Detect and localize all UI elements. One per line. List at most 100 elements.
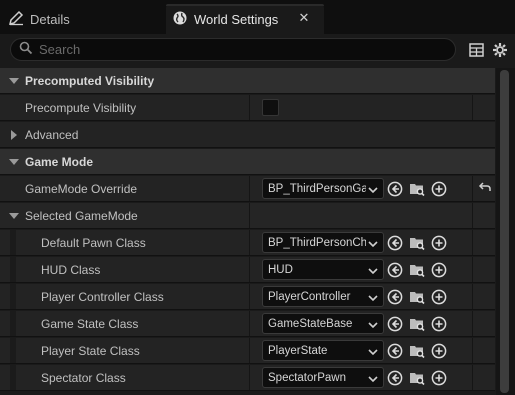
folder-search-icon[interactable] [409,370,425,386]
search-input[interactable] [39,42,419,57]
reset-arrow-icon[interactable] [478,181,492,196]
property-row: Default Pawn Class BP_ThirdPersonCharacte… [0,230,495,256]
class-combo[interactable]: BP_ThirdPersonCharacter [262,232,384,253]
property-value-cell: PlayerState [251,338,473,363]
chevron-down-icon[interactable] [9,77,19,84]
gear-icon[interactable] [491,41,509,59]
indent-guide [10,311,16,336]
property-name-cell: Player Controller Class [0,284,250,309]
property-name-cell: Default Pawn Class [0,230,250,255]
property-row: Player Controller Class PlayerController [0,284,495,310]
property-name-cell: Spectator Class [0,365,250,390]
plus-circle-icon[interactable] [431,343,447,359]
globe-icon [172,10,188,29]
indent-guide [10,284,16,309]
chevron-down-icon [368,239,378,251]
property-value-cell: SpectatorPawn [251,365,473,390]
combo-value: HUD [268,263,293,276]
category-game-mode[interactable]: Game Mode [0,149,495,175]
reset-cell [474,284,495,309]
scrollbar[interactable] [496,68,515,395]
arrow-left-circle-icon[interactable] [387,343,403,359]
property-name-cell: Player State Class [0,338,250,363]
chevron-down-icon[interactable] [9,212,19,219]
chevron-down-icon [368,347,378,359]
plus-circle-icon[interactable] [431,370,447,386]
category-precomputed-visibility[interactable]: Precomputed Visibility [0,68,495,94]
folder-search-icon[interactable] [409,181,425,197]
property-label: Game State Class [41,316,139,331]
scrollbar-thumb[interactable] [500,70,509,393]
table-icon[interactable] [467,41,485,59]
combo-value: PlayerState [268,344,328,357]
search-icon [19,41,33,58]
property-label: Precompute Visibility [25,100,137,115]
tab-details[interactable]: Details [0,4,160,34]
indent-guide [10,257,16,282]
property-label: Player Controller Class [41,289,164,304]
property-name-cell: Selected GameMode [0,203,250,228]
folder-search-icon[interactable] [409,316,425,332]
property-name-cell: GameMode Override [0,176,250,201]
gamemode-override-combo[interactable]: BP_ThirdPersonGameMode [262,178,384,199]
precompute-visibility-checkbox[interactable] [262,99,279,116]
class-combo[interactable]: SpectatorPawn [262,367,384,388]
subcategory-selected-gamemode[interactable]: Selected GameMode [0,203,495,229]
combo-value: BP_ThirdPersonGameMode [268,182,366,195]
reset-cell [474,365,495,390]
close-icon[interactable]: ✕ [296,10,312,26]
folder-search-icon[interactable] [409,262,425,278]
plus-circle-icon[interactable] [431,235,447,251]
chevron-down-icon [368,185,378,197]
class-combo[interactable]: HUD [262,259,384,280]
arrow-left-circle-icon[interactable] [387,181,403,197]
property-value-cell: BP_ThirdPersonGameMode [251,176,473,201]
tab-details-label: Details [30,11,70,27]
property-row: Game State Class GameStateBase [0,311,495,337]
folder-search-icon[interactable] [409,343,425,359]
combo-value: BP_ThirdPersonCharacter [268,236,366,249]
reset-cell [474,311,495,336]
folder-search-icon[interactable] [409,289,425,305]
chevron-down-icon [368,374,378,386]
chevron-right-icon[interactable] [11,129,17,140]
folder-search-icon[interactable] [409,235,425,251]
reset-cell [474,176,495,201]
property-row: Player State Class PlayerState [0,338,495,364]
plus-circle-icon[interactable] [431,181,447,197]
property-value-cell: GameStateBase [251,311,473,336]
property-row: Spectator Class SpectatorPawn [0,365,495,391]
chevron-down-icon[interactable] [9,158,19,165]
arrow-left-circle-icon[interactable] [387,235,403,251]
class-combo[interactable]: PlayerController [262,286,384,307]
arrow-left-circle-icon[interactable] [387,370,403,386]
arrow-left-circle-icon[interactable] [387,289,403,305]
pencil-icon [8,10,24,29]
plus-circle-icon[interactable] [431,262,447,278]
arrow-left-circle-icon[interactable] [387,316,403,332]
plus-circle-icon[interactable] [431,289,447,305]
chevron-down-icon [368,266,378,278]
class-combo[interactable]: PlayerState [262,340,384,361]
category-advanced[interactable]: Advanced [0,122,495,148]
tab-world-settings[interactable]: World Settings ✕ [166,4,324,34]
property-value-cell: BP_ThirdPersonCharacter [251,230,473,255]
arrow-left-circle-icon[interactable] [387,262,403,278]
plus-circle-icon[interactable] [431,316,447,332]
class-combo[interactable]: GameStateBase [262,313,384,334]
chevron-down-icon [368,320,378,332]
indent-guide [10,230,16,255]
property-label: Default Pawn Class [41,235,146,250]
combo-value: SpectatorPawn [268,371,346,384]
indent-guide [10,365,16,390]
property-label: Player State Class [41,343,140,358]
property-row-precompute-visibility: Precompute Visibility [0,95,495,121]
property-grid: Precomputed Visibility Precompute Visibi… [0,68,495,395]
category-title: Game Mode [25,154,94,169]
property-name-cell: Precompute Visibility [0,95,250,120]
subcategory-title: Selected GameMode [25,208,138,223]
property-value-cell [251,95,473,120]
search-box[interactable] [10,38,456,61]
reset-cell [474,338,495,363]
category-title: Advanced [25,127,79,142]
